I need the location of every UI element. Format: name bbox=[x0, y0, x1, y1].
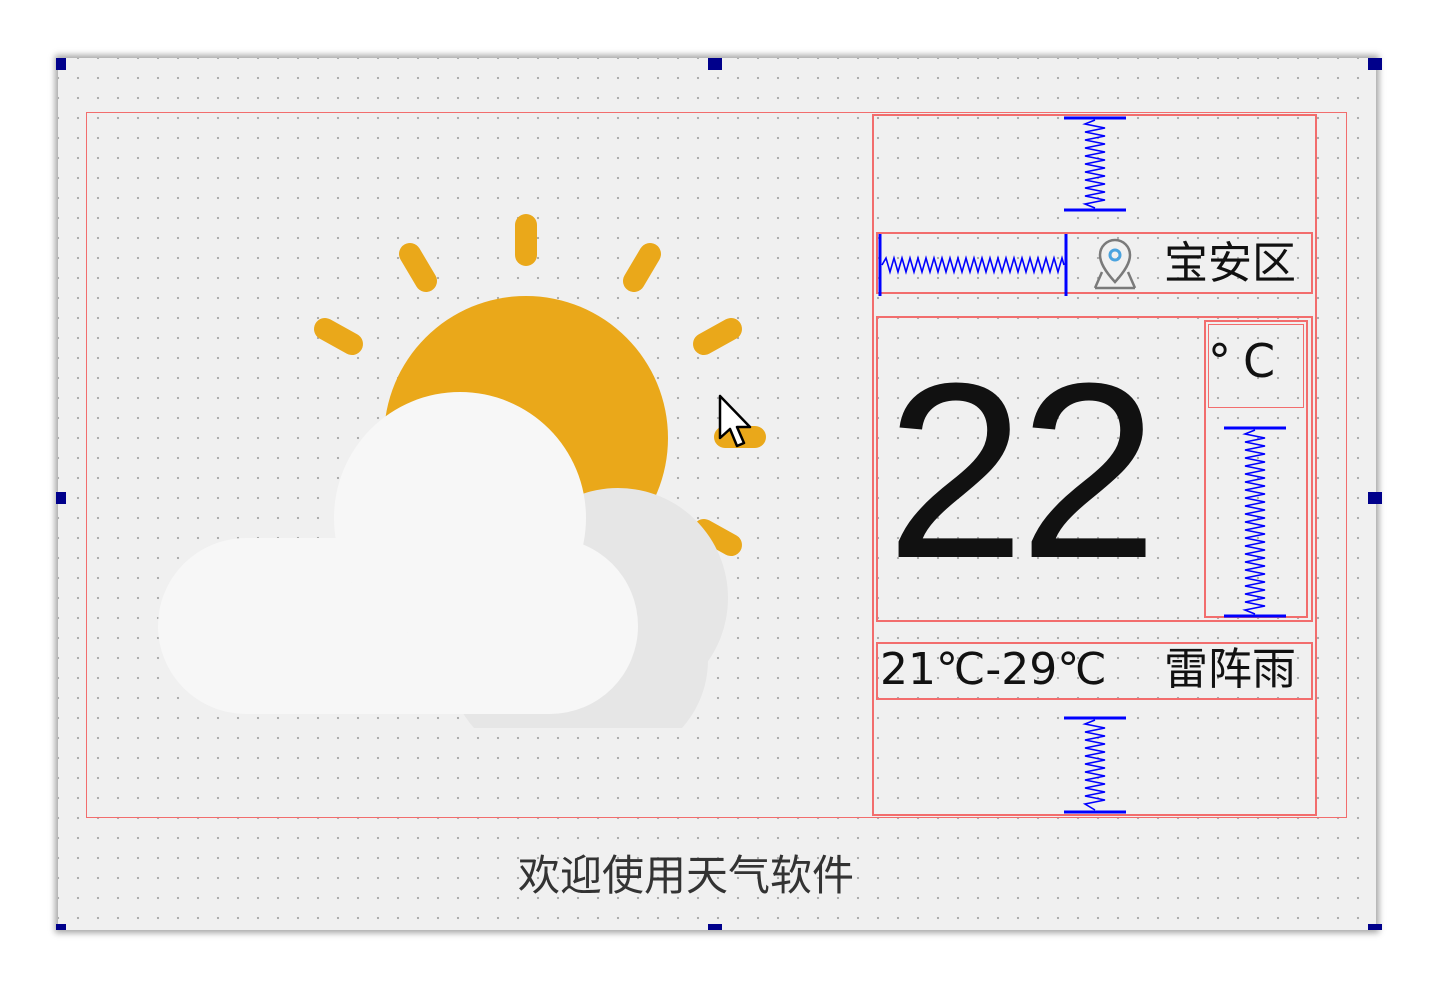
resize-handle-top-right[interactable] bbox=[1368, 58, 1382, 70]
temperature-value: 22 bbox=[886, 331, 1158, 610]
location-label: 宝安区 bbox=[1164, 238, 1296, 289]
vertical-spacer-bottom[interactable] bbox=[1064, 716, 1126, 814]
resize-handle-bottom-left[interactable] bbox=[56, 924, 66, 930]
resize-handle-top-left[interactable] bbox=[56, 58, 66, 70]
temperature-unit: °C bbox=[1208, 334, 1288, 388]
spring-zigzag bbox=[1082, 119, 1106, 209]
welcome-label: 欢迎使用天气软件 bbox=[518, 851, 855, 900]
spring-zigzag bbox=[1242, 429, 1266, 615]
spring-zigzag bbox=[881, 255, 1065, 275]
weather-condition-label: 雷阵雨 bbox=[1164, 644, 1296, 695]
designer-form[interactable]: 宝安区 22 °C 21℃-29℃ 雷阵雨 欢迎使用天气软件 bbox=[56, 58, 1382, 930]
resize-handle-bottom-center[interactable] bbox=[708, 924, 722, 930]
horizontal-spacer-location[interactable] bbox=[878, 234, 1070, 296]
vertical-spacer-top[interactable] bbox=[1064, 116, 1126, 212]
temperature-range-label: 21℃-29℃ bbox=[880, 644, 1107, 695]
resize-handle-bottom-right[interactable] bbox=[1368, 924, 1382, 930]
mouse-cursor-icon bbox=[718, 394, 752, 448]
spring-zigzag bbox=[1082, 719, 1106, 811]
vertical-spacer-unit[interactable] bbox=[1224, 426, 1286, 618]
resize-handle-top-center[interactable] bbox=[708, 58, 722, 70]
resize-handle-middle-right[interactable] bbox=[1368, 492, 1382, 504]
partly-cloudy-icon bbox=[158, 214, 766, 728]
resize-handle-middle-left[interactable] bbox=[56, 492, 66, 504]
location-pin-icon bbox=[1093, 238, 1137, 290]
